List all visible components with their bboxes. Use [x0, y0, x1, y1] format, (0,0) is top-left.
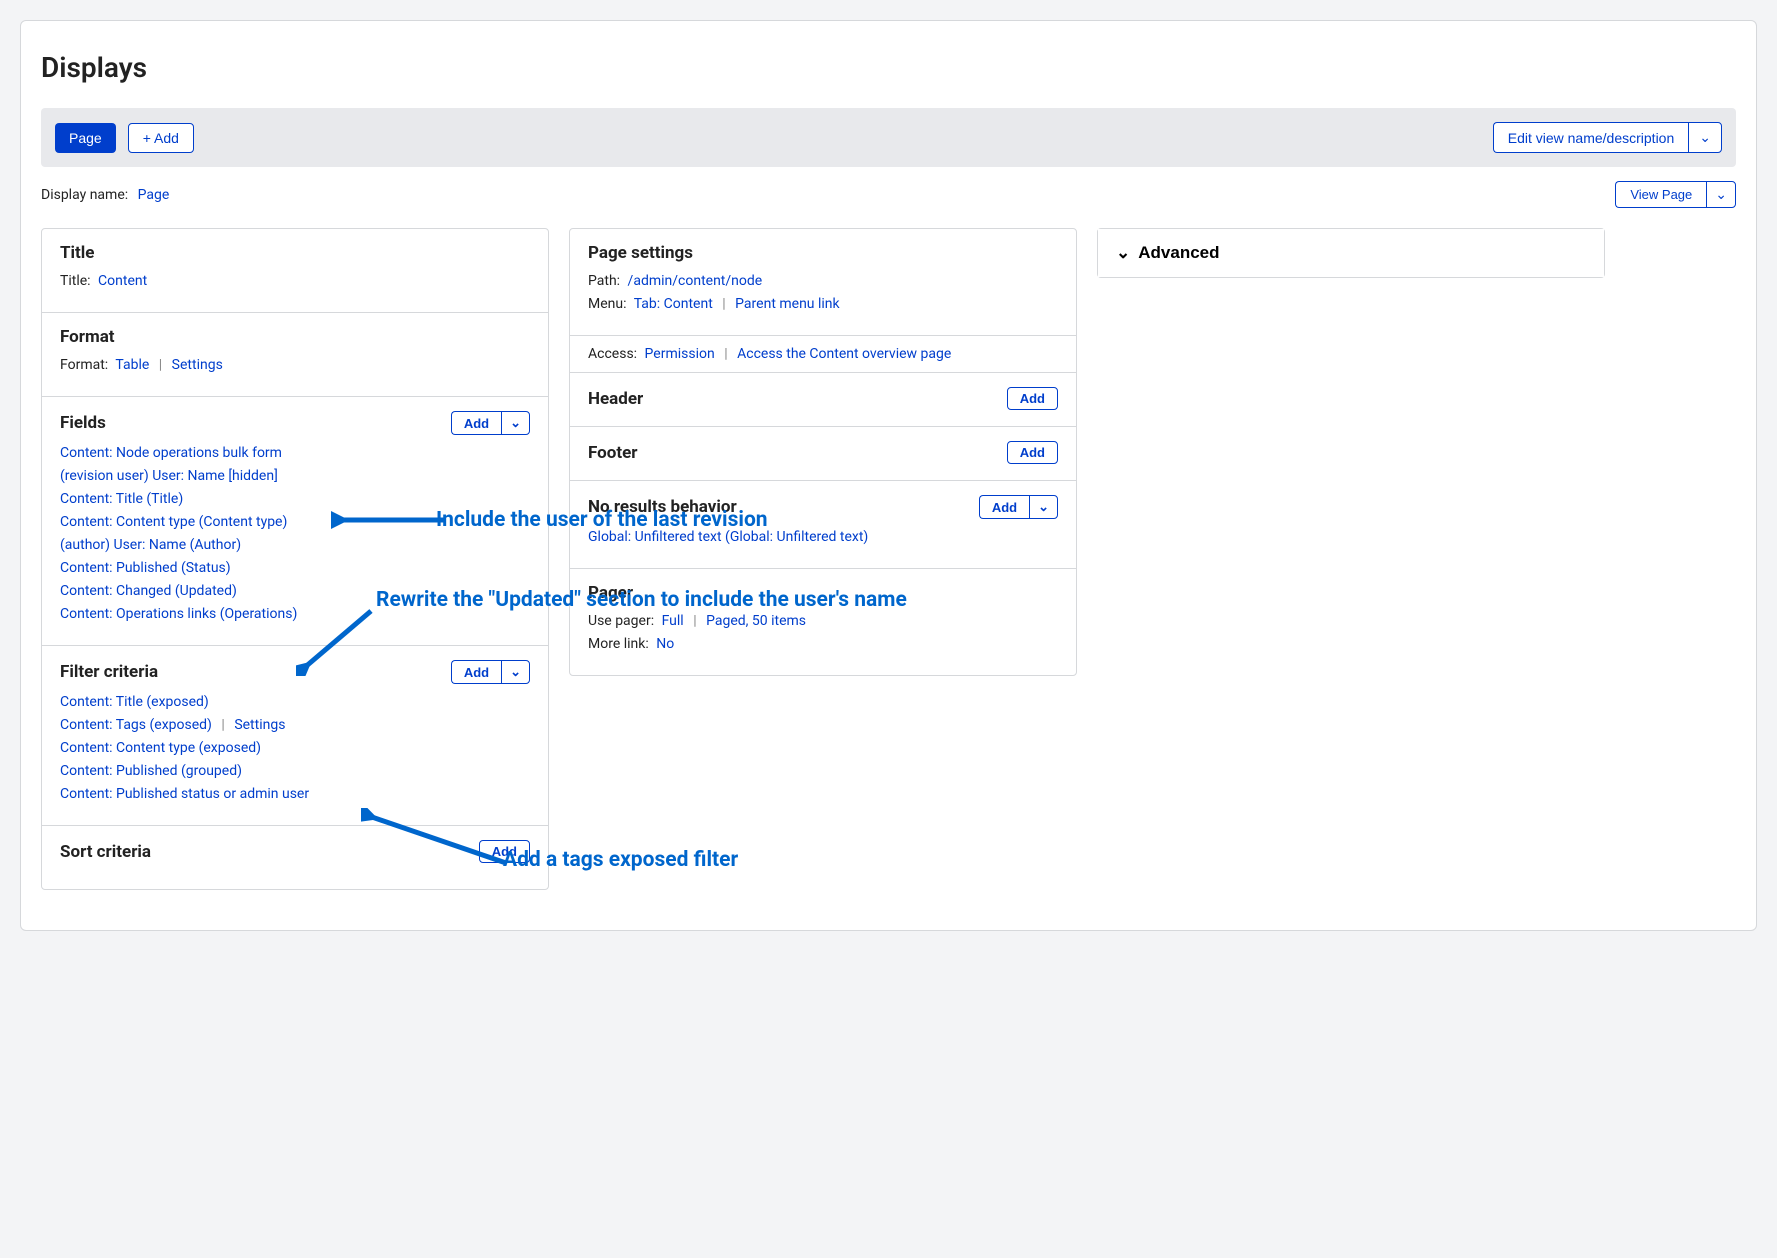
header-add-button[interactable]: Add	[1007, 387, 1058, 410]
fields-heading: Fields	[60, 413, 106, 433]
fields-add-button[interactable]: Add	[451, 411, 501, 435]
filter-item[interactable]: Content: Title (exposed)	[60, 694, 209, 710]
chevron-down-icon: ⌄	[1699, 129, 1711, 146]
pager-paged-value[interactable]: Paged, 50 items	[706, 613, 806, 629]
header-heading: Header	[588, 389, 643, 409]
view-page-dropdown[interactable]: ⌄	[1706, 181, 1736, 208]
filter-item[interactable]: Content: Published (grouped)	[60, 763, 242, 779]
view-page-button[interactable]: View Page	[1615, 181, 1706, 208]
chevron-down-icon: ⌄	[1116, 243, 1130, 263]
title-label: Title:	[60, 273, 91, 289]
chevron-down-icon: ⌄	[1715, 186, 1727, 203]
filter-item[interactable]: Content: Published status or admin user	[60, 786, 309, 802]
access-value[interactable]: Permission	[645, 346, 715, 362]
sort-heading: Sort criteria	[60, 842, 151, 862]
displays-tab-bar: Page + Add Edit view name/description ⌄	[41, 108, 1736, 167]
noresults-item[interactable]: Global: Unfiltered text (Global: Unfilte…	[588, 529, 868, 545]
filter-heading: Filter criteria	[60, 662, 158, 682]
chevron-down-icon: ⌄	[1038, 499, 1049, 514]
parent-menu-link[interactable]: Parent menu link	[735, 296, 839, 312]
pager-use-value[interactable]: Full	[662, 613, 684, 629]
path-label: Path:	[588, 273, 620, 289]
advanced-label: Advanced	[1138, 243, 1219, 263]
title-heading: Title	[60, 243, 94, 263]
chevron-down-icon: ⌄	[510, 664, 521, 679]
field-item[interactable]: Content: Operations links (Operations)	[60, 606, 297, 622]
pager-more-label: More link:	[588, 636, 649, 652]
field-item[interactable]: Content: Title (Title)	[60, 491, 183, 507]
field-item[interactable]: Content: Node operations bulk form	[60, 445, 282, 461]
display-name-label: Display name:	[41, 187, 128, 203]
footer-add-button[interactable]: Add	[1007, 441, 1058, 464]
format-settings[interactable]: Settings	[172, 357, 223, 373]
pager-use-label: Use pager:	[588, 613, 654, 629]
field-item[interactable]: Content: Content type (Content type)	[60, 514, 287, 530]
sort-add-button[interactable]: Add	[479, 840, 530, 863]
field-item-changed[interactable]: Content: Changed (Updated)	[60, 583, 237, 599]
tab-page[interactable]: Page	[55, 123, 116, 153]
column-3: ⌄ Advanced	[1097, 228, 1605, 278]
chevron-down-icon: ⌄	[510, 415, 521, 430]
access-page-link[interactable]: Access the Content overview page	[737, 346, 951, 362]
noresults-add-dropdown[interactable]: ⌄	[1029, 495, 1058, 519]
format-heading: Format	[60, 327, 115, 347]
field-item[interactable]: Content: Published (Status)	[60, 560, 231, 576]
format-label: Format:	[60, 357, 108, 373]
field-item-revision-user[interactable]: (revision user) User: Name [hidden]	[60, 468, 278, 484]
noresults-heading: No results behavior	[588, 497, 737, 517]
menu-value[interactable]: Tab: Content	[634, 296, 713, 312]
footer-heading: Footer	[588, 443, 638, 463]
display-name-value[interactable]: Page	[138, 187, 170, 203]
access-label: Access:	[588, 346, 637, 362]
filter-tags-settings[interactable]: Settings	[234, 717, 285, 733]
filter-item-tags[interactable]: Content: Tags (exposed)	[60, 717, 212, 733]
advanced-toggle[interactable]: ⌄ Advanced	[1098, 229, 1604, 277]
page-title: Displays	[41, 51, 1736, 84]
filter-item[interactable]: Content: Content type (exposed)	[60, 740, 261, 756]
filter-add-button[interactable]: Add	[451, 660, 501, 684]
fields-add-dropdown[interactable]: ⌄	[501, 411, 530, 435]
filter-add-dropdown[interactable]: ⌄	[501, 660, 530, 684]
noresults-add-button[interactable]: Add	[979, 495, 1029, 519]
column-2: Page settings Path: /admin/content/node …	[569, 228, 1077, 676]
pager-more-value[interactable]: No	[656, 636, 674, 652]
title-value[interactable]: Content	[98, 273, 147, 289]
format-value[interactable]: Table	[115, 357, 149, 373]
path-value[interactable]: /admin/content/node	[628, 273, 763, 289]
column-1: Title Title: Content Format Format: Tabl…	[41, 228, 549, 890]
add-display-button[interactable]: + Add	[128, 123, 194, 153]
menu-label: Menu:	[588, 296, 627, 312]
page-settings-heading: Page settings	[588, 243, 693, 263]
edit-view-name-dropdown[interactable]: ⌄	[1688, 122, 1722, 153]
pager-heading: Pager	[588, 583, 633, 603]
field-item[interactable]: (author) User: Name (Author)	[60, 537, 241, 553]
edit-view-name-button[interactable]: Edit view name/description	[1493, 122, 1689, 153]
